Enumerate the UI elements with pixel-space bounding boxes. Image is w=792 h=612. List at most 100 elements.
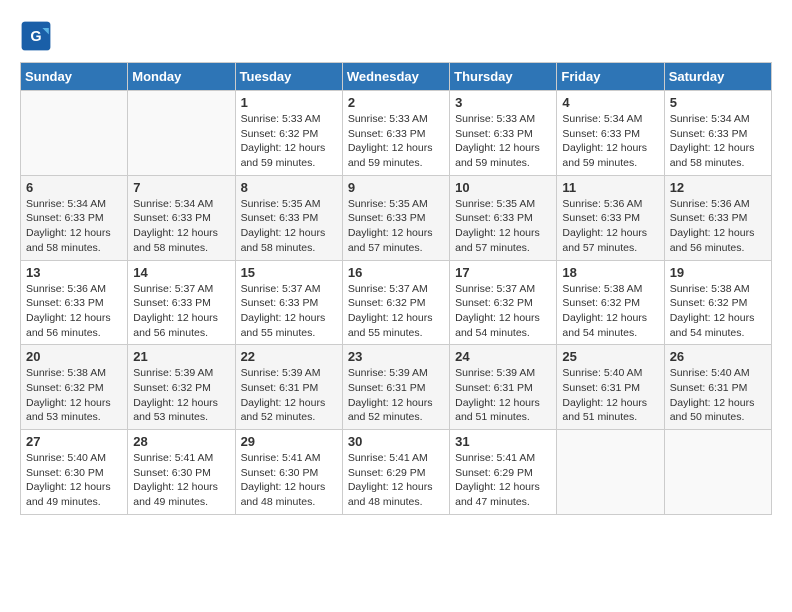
weekday-header: Thursday	[450, 63, 557, 91]
calendar-week-row: 20Sunrise: 5:38 AM Sunset: 6:32 PM Dayli…	[21, 345, 772, 430]
calendar-cell	[21, 91, 128, 176]
day-info: Sunrise: 5:41 AM Sunset: 6:29 PM Dayligh…	[455, 451, 551, 510]
logo-icon: G	[20, 20, 52, 52]
day-number: 26	[670, 349, 766, 364]
day-number: 29	[241, 434, 337, 449]
calendar-header-row: SundayMondayTuesdayWednesdayThursdayFrid…	[21, 63, 772, 91]
day-info: Sunrise: 5:37 AM Sunset: 6:33 PM Dayligh…	[133, 282, 229, 341]
day-number: 24	[455, 349, 551, 364]
calendar-week-row: 6 Sunrise: 5:34 AM Sunset: 6:33 PM Daylig…	[21, 175, 772, 260]
day-number: 6	[26, 180, 122, 195]
calendar-cell: 8Sunrise: 5:35 AM Sunset: 6:33 PM Daylig…	[235, 175, 342, 260]
calendar-cell: 19 Sunrise: 5:38 AM Sunset: 6:32 PM Dayli…	[664, 260, 771, 345]
day-info: Sunrise: 5:41 AM Sunset: 6:30 PM Dayligh…	[241, 451, 337, 510]
day-number: 30	[348, 434, 444, 449]
day-number: 5	[670, 95, 766, 110]
calendar-cell: 17Sunrise: 5:37 AM Sunset: 6:32 PM Dayli…	[450, 260, 557, 345]
calendar-cell: 10 Sunrise: 5:35 AM Sunset: 6:33 PM Dayli…	[450, 175, 557, 260]
day-info: Sunrise: 5:35 AM Sunset: 6:33 PM Dayligh…	[455, 197, 551, 256]
day-number: 3	[455, 95, 551, 110]
calendar-cell: 13Sunrise: 5:36 AM Sunset: 6:33 PM Dayli…	[21, 260, 128, 345]
day-number: 4	[562, 95, 658, 110]
day-number: 15	[241, 265, 337, 280]
calendar-cell: 29 Sunrise: 5:41 AM Sunset: 6:30 PM Dayli…	[235, 430, 342, 515]
day-info: Sunrise: 5:34 AM Sunset: 6:33 PM Dayligh…	[26, 197, 122, 256]
day-number: 23	[348, 349, 444, 364]
calendar-cell: 30 Sunrise: 5:41 AM Sunset: 6:29 PM Dayli…	[342, 430, 449, 515]
day-info: Sunrise: 5:38 AM Sunset: 6:32 PM Dayligh…	[26, 366, 122, 425]
day-number: 27	[26, 434, 122, 449]
calendar-week-row: 1 Sunrise: 5:33 AM Sunset: 6:32 PM Daylig…	[21, 91, 772, 176]
calendar-cell: 22 Sunrise: 5:39 AM Sunset: 6:31 PM Dayli…	[235, 345, 342, 430]
day-info: Sunrise: 5:40 AM Sunset: 6:30 PM Dayligh…	[26, 451, 122, 510]
calendar-cell: 25 Sunrise: 5:40 AM Sunset: 6:31 PM Dayli…	[557, 345, 664, 430]
day-info: Sunrise: 5:38 AM Sunset: 6:32 PM Dayligh…	[670, 282, 766, 341]
day-info: Sunrise: 5:34 AM Sunset: 6:33 PM Dayligh…	[670, 112, 766, 171]
calendar-cell	[557, 430, 664, 515]
day-number: 22	[241, 349, 337, 364]
day-number: 28	[133, 434, 229, 449]
day-number: 17	[455, 265, 551, 280]
calendar-week-row: 13Sunrise: 5:36 AM Sunset: 6:33 PM Dayli…	[21, 260, 772, 345]
day-number: 11	[562, 180, 658, 195]
day-number: 13	[26, 265, 122, 280]
weekday-header: Sunday	[21, 63, 128, 91]
calendar-cell: 27 Sunrise: 5:40 AM Sunset: 6:30 PM Dayli…	[21, 430, 128, 515]
day-info: Sunrise: 5:41 AM Sunset: 6:30 PM Dayligh…	[133, 451, 229, 510]
weekday-header: Tuesday	[235, 63, 342, 91]
calendar-cell: 1 Sunrise: 5:33 AM Sunset: 6:32 PM Daylig…	[235, 91, 342, 176]
day-number: 25	[562, 349, 658, 364]
calendar-cell: 23 Sunrise: 5:39 AM Sunset: 6:31 PM Dayli…	[342, 345, 449, 430]
day-number: 31	[455, 434, 551, 449]
day-number: 10	[455, 180, 551, 195]
calendar-cell: 18Sunrise: 5:38 AM Sunset: 6:32 PM Dayli…	[557, 260, 664, 345]
calendar-cell: 4 Sunrise: 5:34 AM Sunset: 6:33 PM Daylig…	[557, 91, 664, 176]
calendar-cell: 16 Sunrise: 5:37 AM Sunset: 6:32 PM Dayli…	[342, 260, 449, 345]
weekday-header: Friday	[557, 63, 664, 91]
day-info: Sunrise: 5:40 AM Sunset: 6:31 PM Dayligh…	[562, 366, 658, 425]
day-number: 12	[670, 180, 766, 195]
weekday-header: Wednesday	[342, 63, 449, 91]
page-header: G	[20, 20, 772, 52]
calendar-cell: 12Sunrise: 5:36 AM Sunset: 6:33 PM Dayli…	[664, 175, 771, 260]
calendar-cell: 3Sunrise: 5:33 AM Sunset: 6:33 PM Daylig…	[450, 91, 557, 176]
calendar-cell: 26 Sunrise: 5:40 AM Sunset: 6:31 PM Dayli…	[664, 345, 771, 430]
calendar-cell: 28 Sunrise: 5:41 AM Sunset: 6:30 PM Dayli…	[128, 430, 235, 515]
day-info: Sunrise: 5:39 AM Sunset: 6:32 PM Dayligh…	[133, 366, 229, 425]
calendar-cell: 14 Sunrise: 5:37 AM Sunset: 6:33 PM Dayli…	[128, 260, 235, 345]
day-number: 2	[348, 95, 444, 110]
day-info: Sunrise: 5:39 AM Sunset: 6:31 PM Dayligh…	[241, 366, 337, 425]
day-number: 18	[562, 265, 658, 280]
calendar-cell: 2Sunrise: 5:33 AM Sunset: 6:33 PM Daylig…	[342, 91, 449, 176]
day-info: Sunrise: 5:34 AM Sunset: 6:33 PM Dayligh…	[562, 112, 658, 171]
weekday-header: Saturday	[664, 63, 771, 91]
calendar-table: SundayMondayTuesdayWednesdayThursdayFrid…	[20, 62, 772, 515]
calendar-cell: 7 Sunrise: 5:34 AM Sunset: 6:33 PM Daylig…	[128, 175, 235, 260]
day-info: Sunrise: 5:36 AM Sunset: 6:33 PM Dayligh…	[562, 197, 658, 256]
calendar-cell: 21Sunrise: 5:39 AM Sunset: 6:32 PM Dayli…	[128, 345, 235, 430]
calendar-cell: 9Sunrise: 5:35 AM Sunset: 6:33 PM Daylig…	[342, 175, 449, 260]
calendar-cell: 24Sunrise: 5:39 AM Sunset: 6:31 PM Dayli…	[450, 345, 557, 430]
calendar-cell	[664, 430, 771, 515]
weekday-header: Monday	[128, 63, 235, 91]
calendar-cell: 20Sunrise: 5:38 AM Sunset: 6:32 PM Dayli…	[21, 345, 128, 430]
day-info: Sunrise: 5:33 AM Sunset: 6:32 PM Dayligh…	[241, 112, 337, 171]
calendar-cell: 11 Sunrise: 5:36 AM Sunset: 6:33 PM Dayli…	[557, 175, 664, 260]
day-info: Sunrise: 5:34 AM Sunset: 6:33 PM Dayligh…	[133, 197, 229, 256]
day-info: Sunrise: 5:41 AM Sunset: 6:29 PM Dayligh…	[348, 451, 444, 510]
day-info: Sunrise: 5:40 AM Sunset: 6:31 PM Dayligh…	[670, 366, 766, 425]
day-number: 19	[670, 265, 766, 280]
day-info: Sunrise: 5:35 AM Sunset: 6:33 PM Dayligh…	[241, 197, 337, 256]
svg-text:G: G	[30, 29, 41, 45]
day-number: 14	[133, 265, 229, 280]
day-number: 16	[348, 265, 444, 280]
logo: G	[20, 20, 56, 52]
calendar-cell: 15 Sunrise: 5:37 AM Sunset: 6:33 PM Dayli…	[235, 260, 342, 345]
day-number: 7	[133, 180, 229, 195]
day-info: Sunrise: 5:39 AM Sunset: 6:31 PM Dayligh…	[348, 366, 444, 425]
calendar-week-row: 27 Sunrise: 5:40 AM Sunset: 6:30 PM Dayli…	[21, 430, 772, 515]
day-info: Sunrise: 5:37 AM Sunset: 6:33 PM Dayligh…	[241, 282, 337, 341]
calendar-cell	[128, 91, 235, 176]
day-info: Sunrise: 5:37 AM Sunset: 6:32 PM Dayligh…	[348, 282, 444, 341]
day-number: 1	[241, 95, 337, 110]
